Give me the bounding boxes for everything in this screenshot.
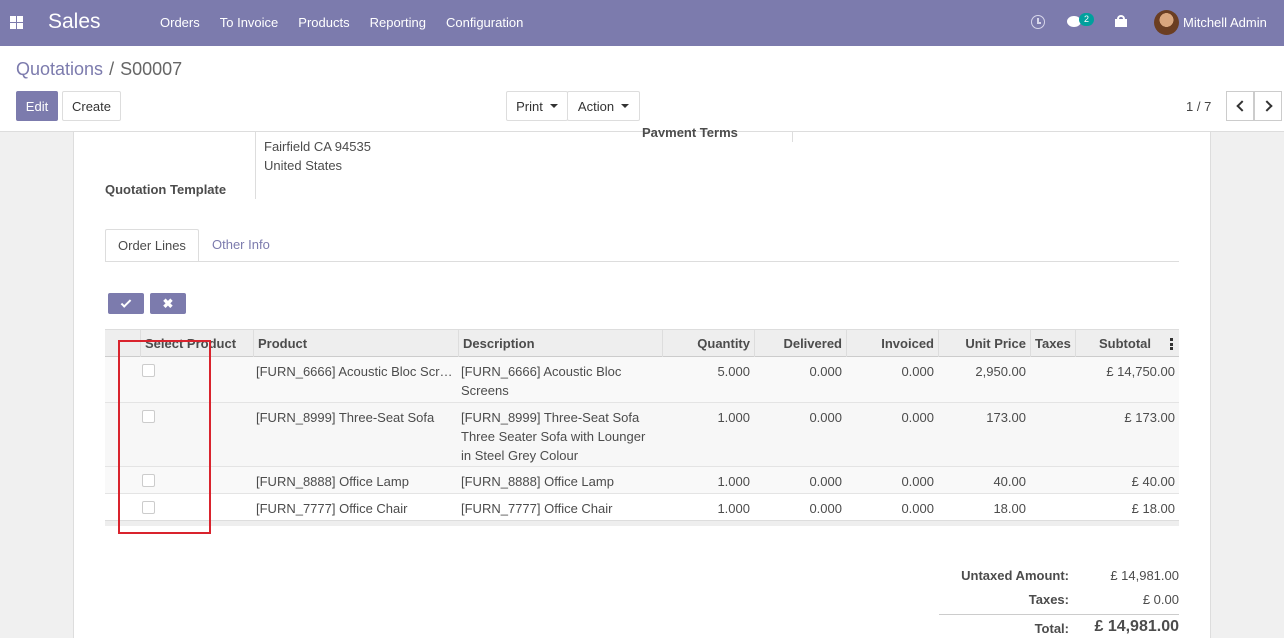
pager-next-button[interactable] xyxy=(1254,91,1282,121)
close-icon: ✖ xyxy=(162,296,174,311)
column-invoiced[interactable]: Invoiced xyxy=(846,330,938,357)
table-row[interactable]: [FURN_8999] Three-Seat Sofa [FURN_8999] … xyxy=(105,403,1179,467)
print-dropdown[interactable]: Print xyxy=(506,91,568,121)
cell-product[interactable]: [FURN_6666] Acoustic Bloc Scr… xyxy=(256,362,454,381)
cell-invoiced[interactable]: 0.000 xyxy=(846,499,934,518)
cell-delivered[interactable]: 0.000 xyxy=(754,362,842,381)
cell-invoiced[interactable]: 0.000 xyxy=(846,472,934,491)
column-description[interactable]: Description xyxy=(458,330,663,357)
tab-divider xyxy=(105,261,1179,262)
totals-divider xyxy=(939,614,1179,615)
user-avatar[interactable] xyxy=(1154,10,1179,35)
select-all-button[interactable] xyxy=(108,293,144,314)
table-row[interactable]: [FURN_7777] Office Chair [FURN_7777] Off… xyxy=(105,494,1179,521)
caret-down-icon xyxy=(621,104,630,108)
table-header: Select Product Product Description Quant… xyxy=(105,329,1179,357)
select-product-checkbox[interactable] xyxy=(142,364,155,377)
divider xyxy=(792,132,793,142)
column-quantity[interactable]: Quantity xyxy=(662,330,754,357)
column-taxes[interactable]: Taxes xyxy=(1030,330,1075,357)
table-row[interactable]: [FURN_8888] Office Lamp [FURN_8888] Offi… xyxy=(105,467,1179,494)
column-select-product[interactable]: Select Product xyxy=(140,330,253,357)
menu-to-invoice[interactable]: To Invoice xyxy=(210,0,289,46)
cell-description[interactable]: [FURN_7777] Office Chair xyxy=(461,499,659,518)
top-navbar: Sales Orders To Invoice Products Reporti… xyxy=(0,0,1284,46)
optional-columns-kebab-icon[interactable] xyxy=(1170,338,1173,350)
table-row[interactable]: [FURN_6666] Acoustic Bloc Scr… [FURN_666… xyxy=(105,357,1179,403)
action-dropdown[interactable]: Action xyxy=(567,91,640,121)
breadcrumb: Quotations / S00007 xyxy=(16,59,182,80)
cell-description[interactable]: [FURN_8999] Three-Seat Sofa Three Seater… xyxy=(461,408,659,465)
select-product-checkbox[interactable] xyxy=(142,410,155,423)
breadcrumb-separator: / xyxy=(109,59,115,79)
print-label: Print xyxy=(516,98,543,114)
menu-reporting[interactable]: Reporting xyxy=(360,0,436,46)
chat-count-badge: 2 xyxy=(1079,13,1095,26)
cell-invoiced[interactable]: 0.000 xyxy=(846,362,934,381)
cell-product[interactable]: [FURN_7777] Office Chair xyxy=(256,499,454,518)
cell-subtotal: £ 173.00 xyxy=(1124,410,1175,425)
menu-orders[interactable]: Orders xyxy=(150,0,210,46)
cell-quantity[interactable]: 1.000 xyxy=(662,499,750,518)
taxes-value: £ 0.00 xyxy=(1142,592,1179,607)
cell-invoiced[interactable]: 0.000 xyxy=(846,408,934,427)
cell-unit-price[interactable]: 173.00 xyxy=(938,408,1026,427)
caret-down-icon xyxy=(549,104,558,108)
customer-address-line2: United States xyxy=(264,158,343,173)
table-footer xyxy=(105,520,1179,526)
menu-configuration[interactable]: Configuration xyxy=(436,0,533,46)
column-product[interactable]: Product xyxy=(253,330,458,357)
cell-delivered[interactable]: 0.000 xyxy=(754,499,842,518)
cell-description[interactable]: [FURN_8888] Office Lamp xyxy=(461,472,659,491)
check-icon xyxy=(120,296,132,308)
apps-grid-icon[interactable] xyxy=(10,16,23,29)
cell-quantity[interactable]: 1.000 xyxy=(662,408,750,427)
select-product-checkbox[interactable] xyxy=(142,474,155,487)
payment-terms-label: Payment Terms xyxy=(642,125,738,137)
cell-unit-price[interactable]: 2,950.00 xyxy=(938,362,1026,381)
chevron-left-icon xyxy=(1235,100,1248,112)
tab-other-info[interactable]: Other Info xyxy=(200,229,282,262)
cell-subtotal: £ 18.00 xyxy=(1131,501,1175,516)
untaxed-amount-value: £ 14,981.00 xyxy=(1110,568,1179,583)
cell-subtotal: £ 14,750.00 xyxy=(1106,364,1175,379)
total-value: £ 14,981.00 xyxy=(1094,618,1179,635)
cell-product[interactable]: [FURN_8999] Three-Seat Sofa xyxy=(256,408,454,427)
breadcrumb-quotations-link[interactable]: Quotations xyxy=(16,59,103,79)
cell-delivered[interactable]: 0.000 xyxy=(754,408,842,427)
cell-delivered[interactable]: 0.000 xyxy=(754,472,842,491)
column-unit-price[interactable]: Unit Price xyxy=(938,330,1030,357)
cell-quantity[interactable]: 1.000 xyxy=(662,472,750,491)
main-menu: Orders To Invoice Products Reporting Con… xyxy=(150,0,533,46)
quotation-template-label: Quotation Template xyxy=(105,182,227,197)
cell-quantity[interactable]: 5.000 xyxy=(662,362,750,381)
untaxed-amount-label: Untaxed Amount: xyxy=(961,568,1069,583)
control-panel: Quotations / S00007 Edit Create Print Acti… xyxy=(0,46,1284,132)
user-menu-name[interactable]: Mitchell Admin xyxy=(1183,15,1267,30)
edit-button[interactable]: Edit xyxy=(16,91,58,121)
pager-value[interactable]: 1 / 7 xyxy=(1186,99,1211,114)
cell-subtotal: £ 40.00 xyxy=(1131,474,1175,489)
cell-product[interactable]: [FURN_8888] Office Lamp xyxy=(256,472,454,491)
cell-unit-price[interactable]: 40.00 xyxy=(938,472,1026,491)
menu-products[interactable]: Products xyxy=(288,0,359,46)
create-button[interactable]: Create xyxy=(62,91,121,121)
pager-previous-button[interactable] xyxy=(1226,91,1254,121)
gift-icon[interactable] xyxy=(1115,15,1127,27)
customer-address-line1: Fairfield CA 94535 xyxy=(264,139,371,154)
taxes-label: Taxes: xyxy=(1028,592,1069,607)
deselect-all-button[interactable]: ✖ xyxy=(150,293,186,314)
cell-unit-price[interactable]: 18.00 xyxy=(938,499,1026,518)
cell-description[interactable]: [FURN_6666] Acoustic Bloc Screens xyxy=(461,362,659,400)
action-label: Action xyxy=(577,98,615,114)
app-brand[interactable]: Sales xyxy=(48,10,101,34)
column-subtotal[interactable]: Subtotal xyxy=(1075,330,1179,357)
breadcrumb-current: S00007 xyxy=(120,59,183,79)
activity-clock-icon[interactable] xyxy=(1031,15,1045,29)
select-product-checkbox[interactable] xyxy=(142,501,155,514)
divider xyxy=(255,132,256,199)
tab-order-lines[interactable]: Order Lines xyxy=(105,229,199,262)
column-delivered[interactable]: Delivered xyxy=(754,330,846,357)
chevron-right-icon xyxy=(1260,100,1273,112)
